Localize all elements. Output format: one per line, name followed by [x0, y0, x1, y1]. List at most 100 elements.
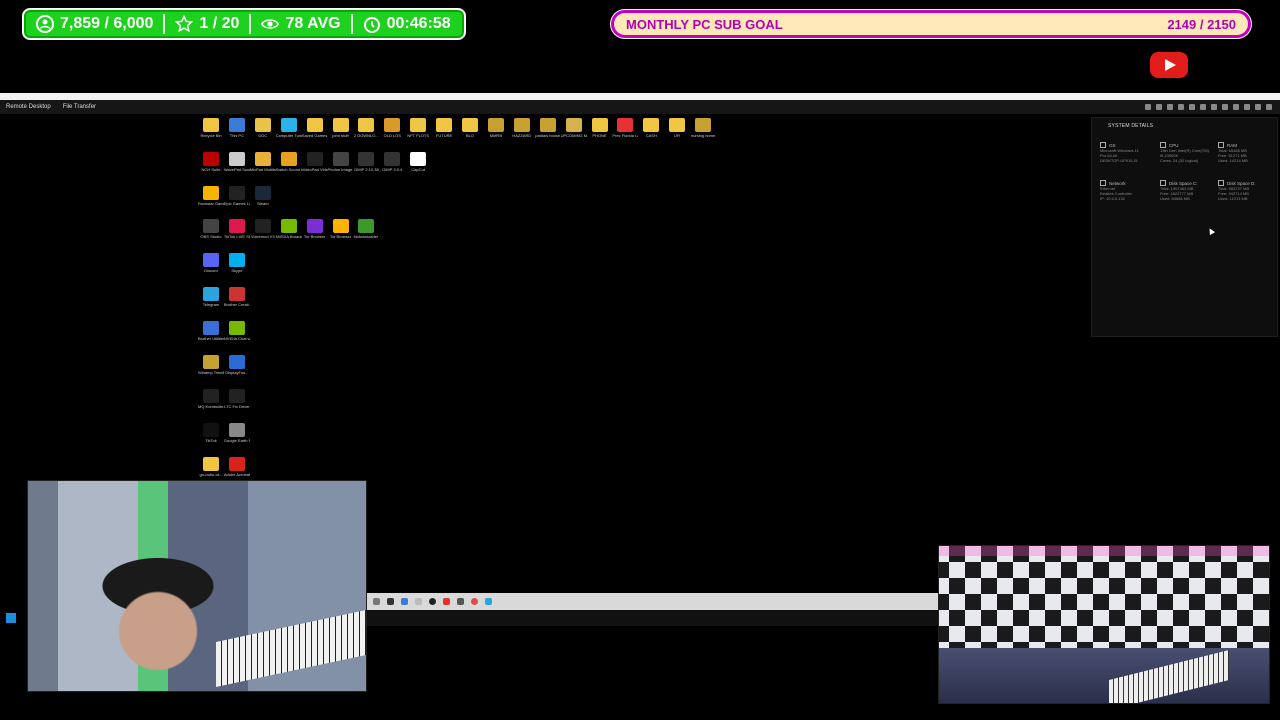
desktop-icon[interactable]: nursing home [690, 118, 716, 138]
taskbar-extension [365, 610, 938, 626]
system-details-title: SYSTEM DETAILS [1108, 123, 1154, 129]
desktop-icon-label: Telegram [202, 302, 220, 307]
desktop-icon[interactable]: WavePad Sound Editor [224, 152, 250, 172]
taskbar-app-icon[interactable] [387, 598, 394, 605]
desktop-icon[interactable]: NFT FLOTS [405, 118, 431, 138]
desktop-icon-label: UPCOMING MOBILE 1 [560, 133, 587, 138]
desktop-icon[interactable]: Tor Browser [302, 219, 328, 239]
desktop-icon[interactable]: go-radio-cli... [198, 457, 224, 477]
desktop-icon[interactable]: NVIDIA Broadcast [276, 219, 302, 239]
desktop-icon[interactable]: CapCut [405, 152, 431, 172]
desktop-icon[interactable]: MMRB [483, 118, 509, 138]
desktop-icon[interactable]: DOC [250, 118, 276, 138]
system-detail-cell: Disk Space C: Total: 1907463 MB Free: 1822… [1160, 180, 1216, 201]
desktop-icon[interactable]: DisplayFus... [224, 355, 250, 375]
desktop-icon[interactable]: Brother Utilities [198, 321, 224, 341]
desktop-icon[interactable]: Recycle Bin [198, 118, 224, 138]
desktop-icon[interactable]: BLG [457, 118, 483, 138]
taskbar [365, 593, 938, 610]
desktop-icon[interactable]: This PC [224, 118, 250, 138]
desktop-icon[interactable]: Photon Image ... [328, 152, 354, 172]
app-icon [228, 287, 245, 301]
app-icon [539, 118, 556, 132]
desktop-icon[interactable]: patdaw house [535, 118, 561, 138]
desktop-icon[interactable]: Telegram [198, 287, 224, 307]
taskbar-app-icon[interactable] [415, 598, 422, 605]
desktop-icon[interactable]: 4kdownloader 2 [353, 219, 379, 239]
desktop-icon[interactable]: GIMP 2.10.38 [353, 152, 379, 172]
desktop-icon[interactable]: Winamp Timeline [198, 355, 224, 375]
desktop-icon[interactable]: UFI [664, 118, 690, 138]
taskbar-app-icon[interactable] [471, 598, 478, 605]
desktop-icon[interactable]: LTC Fix Driver [224, 389, 250, 409]
desktop-icon-label: GIMP 2.10.38 [354, 167, 379, 172]
desktop-icon[interactable]: Google Earth Pro [224, 423, 250, 443]
desktop-icon[interactable]: Adobe Acrobat [224, 457, 250, 477]
system-detail-title: CPU [1169, 142, 1179, 148]
app-icon [384, 118, 401, 132]
desktop-icon[interactable]: OBS Studio [198, 219, 224, 239]
desktop-icon-label: WavePad Sound Editor [223, 167, 250, 172]
desktop-icon[interactable]: Rockstar Games... [198, 186, 224, 206]
app-icon [332, 118, 349, 132]
desktop-icon[interactable]: Computer Tuneup [276, 118, 302, 138]
desktop-icon[interactable]: VideoPad Video Editor [302, 152, 328, 172]
desktop-icon[interactable]: Discord [198, 253, 224, 273]
desktop-icon[interactable]: Prez Florida Land Contr... [612, 118, 638, 138]
desktop-icon[interactable]: HAZZARD [509, 118, 535, 138]
desktop-icon[interactable]: Saved Games [302, 118, 328, 138]
desktop-icon[interactable]: Tor Browser [328, 219, 354, 239]
desktop-icon-label: Adobe Acrobat [223, 472, 250, 477]
desktop-icon-label: go-radio-cli... [199, 472, 223, 477]
app-icon [332, 219, 349, 233]
desktop-icon[interactable]: TikTok LIVE Studio [224, 219, 250, 239]
taskbar-app-icon[interactable] [457, 598, 464, 605]
windows-start-icon[interactable] [6, 613, 16, 623]
desktop-icon[interactable]: PHONE [587, 118, 613, 138]
desktop-icon-label: Switch Sound Fi... [275, 167, 302, 172]
system-detail-title: Disk Space C: [1169, 180, 1198, 186]
desktop-icon[interactable]: FUTURE [431, 118, 457, 138]
desktop-icon-label: Skype [231, 268, 243, 273]
system-detail-title: RAM [1227, 142, 1237, 148]
desktop-icon-label: CASH [645, 133, 657, 138]
desktop-icon-label: Rockstar Games... [198, 201, 224, 206]
app-icon [228, 253, 245, 267]
taskbar-app-icon[interactable] [373, 598, 380, 605]
app-icon [203, 186, 219, 200]
desktop-icon[interactable]: TikTok [198, 423, 224, 443]
desktop-icon[interactable]: Skype [224, 253, 250, 273]
app-icon [695, 118, 712, 132]
desktop-icon[interactable]: Steam [250, 186, 276, 206]
desktop-icon[interactable]: john stuff [328, 118, 354, 138]
desktop-icon-label: LTC Fix Driver [224, 404, 250, 409]
desktop-icon-label: MixPad Multitra... [249, 167, 276, 172]
system-details-panel: SYSTEM DETAILS OS Microsoft Windows 11 Pro… [1091, 117, 1278, 337]
desktop-icon[interactable]: MQ Kombuilte... [198, 389, 224, 409]
desktop-icon[interactable]: NVIDIA Chat with RTX [224, 321, 250, 341]
desktop-icon[interactable]: CASH [638, 118, 664, 138]
webcam-feed-streamer [27, 480, 367, 692]
desktop-icon[interactable]: MixPad Multitra... [250, 152, 276, 172]
app-icon [513, 118, 530, 132]
taskbar-app-icon[interactable] [401, 598, 408, 605]
desktop-icon-label: HAZZARD [512, 133, 532, 138]
desktop-icon[interactable]: GIMP 3.0.4 [379, 152, 405, 172]
desktop-icon-label: BLG [465, 133, 474, 138]
desktop-icon[interactable]: Switch Sound Fi... [276, 152, 302, 172]
desktop-icon-label: Computer Tuneup [275, 133, 302, 138]
desktop-icon[interactable]: OLD LOS [379, 118, 405, 138]
taskbar-app-icon[interactable] [485, 598, 492, 605]
desktop-icon[interactable]: Epic Games Launcher [224, 186, 250, 206]
desktop-icon-label: TikTok [205, 438, 217, 443]
taskbar-app-icon[interactable] [429, 598, 436, 605]
desktop-icon-label: Winamp Timeline [198, 370, 224, 375]
system-detail-line: IP: 10.0.0.132 [1100, 196, 1125, 201]
desktop-icon-label: Brother Utilities [198, 336, 224, 341]
desktop-icon[interactable]: NCH Suite [198, 152, 224, 172]
desktop-icon[interactable]: Voicemod V3 [250, 219, 276, 239]
desktop-icon[interactable]: Brother Creati... [224, 287, 250, 307]
desktop-icon[interactable]: UPCOMING MOBILE 1 [561, 118, 587, 138]
desktop-icon[interactable]: 2 DOWNLO... [353, 118, 379, 138]
taskbar-app-icon[interactable] [443, 598, 450, 605]
